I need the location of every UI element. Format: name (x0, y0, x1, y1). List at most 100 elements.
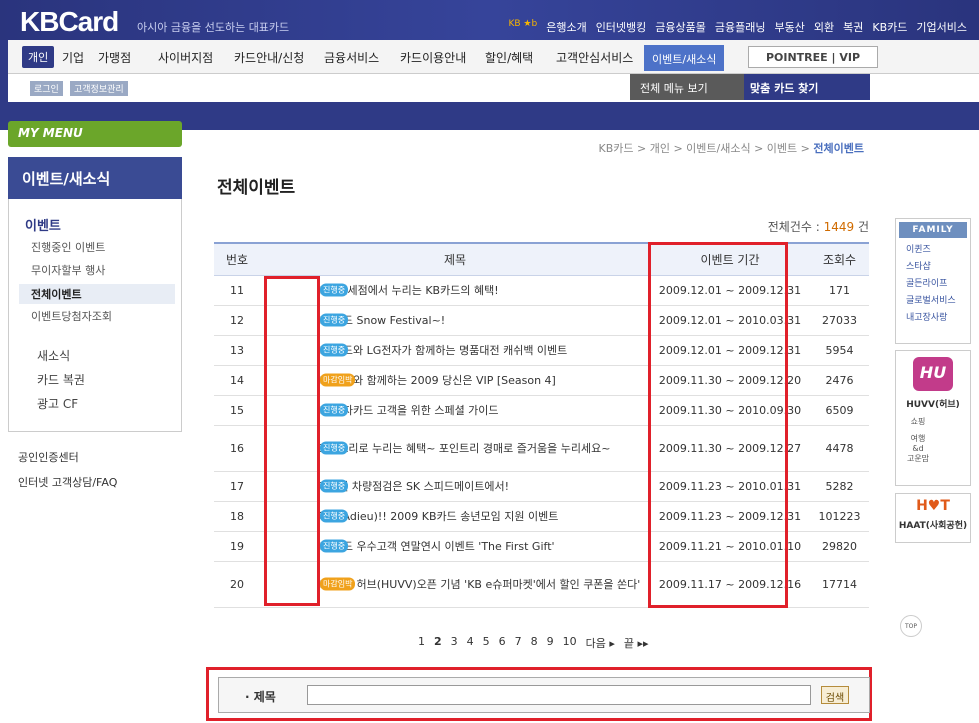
page-link[interactable]: 3 (451, 635, 458, 651)
status-badge: 마감임박 (320, 373, 356, 387)
top-link[interactable]: 인터넷뱅킹 (596, 19, 647, 35)
pointree-vip-link[interactable]: POINTREE | VIP (748, 46, 878, 68)
top-link[interactable]: KB카드 (872, 19, 907, 35)
login-button[interactable]: 로그인 (30, 81, 63, 96)
menu-security[interactable]: 고객안심서비스 (556, 49, 633, 66)
row-no: 14 (214, 365, 260, 396)
scroll-top-button[interactable]: TOP (900, 615, 922, 637)
family-link[interactable]: 글로벌서비스 (906, 293, 970, 306)
faq-link[interactable]: 인터넷 고객상담/FAQ (18, 474, 117, 490)
menu-card-usage[interactable]: 카드이용안내 (400, 49, 466, 66)
lnb-lottery[interactable]: 카드 복권 (37, 371, 85, 388)
menu-card-info[interactable]: 카드안내/신청 (234, 49, 304, 66)
top-link[interactable]: 은행소개 (546, 19, 586, 35)
lnb-ad-cf[interactable]: 광고 CF (37, 395, 78, 412)
top-link[interactable]: 금융상품몰 (655, 19, 706, 35)
haat-name: HAAT(사회공헌) (898, 521, 968, 531)
family-link[interactable]: 스타샵 (906, 259, 970, 272)
row-views: 171 (810, 275, 869, 306)
family-link[interactable]: 골든라이프 (906, 276, 970, 289)
cert-center-link[interactable]: 공인인증센터 (18, 449, 79, 465)
top-links: KB ★b 은행소개 인터넷뱅킹 금융상품몰 금융플래닝 부동산 외환 복권 K… (508, 19, 967, 35)
tab-personal[interactable]: 개인 (22, 46, 55, 68)
breadcrumb-path: KB카드 > 개인 > 이벤트/새소식 > 이벤트 > (598, 142, 814, 155)
top-link[interactable]: 기업서비스 (916, 19, 967, 35)
page-link[interactable]: 7 (515, 635, 522, 651)
page-link-current[interactable]: 2 (434, 635, 442, 651)
row-views: 27033 (810, 305, 869, 336)
row-no: 12 (214, 305, 260, 336)
page-link[interactable]: 1 (418, 635, 425, 651)
search-label: · 제목 (245, 690, 276, 704)
pagination: 1 2 3 4 5 6 7 8 9 10 다음 ▸ 끝 ▸▸ (418, 635, 649, 651)
page-link[interactable]: 6 (499, 635, 506, 651)
breadcrumb: KB카드 > 개인 > 이벤트/새소식 > 이벤트 > 전체이벤트 (599, 140, 864, 156)
status-badge: 진행중 (320, 313, 349, 327)
travel-icon[interactable]: 여행 (902, 433, 934, 444)
status-badge: 진행중 (320, 283, 349, 297)
row-no: 15 (214, 395, 260, 426)
my-menu-button[interactable]: MY MENU (8, 121, 182, 147)
haat-banner[interactable]: H♥T HAAT(사회공헌) (895, 493, 971, 543)
lnb-item[interactable]: 이벤트당첨자조회 (31, 308, 112, 324)
search-button[interactable]: 검색 (821, 686, 849, 704)
search-bar: · 제목 검색 (218, 677, 870, 713)
page-title: 전체이벤트 (217, 178, 296, 198)
menu-finance[interactable]: 금융서비스 (324, 49, 379, 66)
event-title-link[interactable]: KB카드와 LG전자가 함께하는 명품대전 캐쉬백 이벤트 (318, 342, 567, 358)
status-badge: 진행중 (320, 403, 349, 417)
row-views: 5954 (810, 335, 869, 366)
period-highlight-box (648, 242, 788, 608)
menu-discount[interactable]: 할인/혜택 (485, 49, 533, 66)
family-link[interactable]: 이퀸즈 (906, 242, 970, 255)
search-input[interactable] (307, 685, 811, 705)
privacy-button[interactable]: 고객정보관리 (70, 81, 128, 96)
page-link[interactable]: 4 (467, 635, 474, 651)
shopping-icon[interactable]: 쇼핑 (902, 416, 934, 427)
huvv-banner[interactable]: HU HUVV(허브) 쇼핑 여행 &d 고운맘 (895, 350, 971, 486)
top-link[interactable]: 금융플래닝 (715, 19, 766, 35)
event-title-link[interactable]: KB카드 우수고객 연말연시 이벤트 'The First Gift' (318, 538, 555, 554)
lnb-item[interactable]: 무이자할부 행사 (31, 262, 105, 278)
event-title-link[interactable]: KB카드 허브(HUVV)오픈 기념 'KB e슈퍼마켓'에서 할인 쿠폰을 쏜… (318, 576, 640, 592)
tab-merchant[interactable]: 가맹점 (98, 49, 131, 66)
and-d-icon[interactable]: &d (902, 444, 934, 453)
lnb-group-events[interactable]: 이벤트 (25, 215, 61, 234)
status-badge: 진행중 (320, 509, 349, 523)
row-views: 6509 (810, 395, 869, 426)
event-title-link[interactable]: 아듀(Adieu)!! 2009 KB카드 송년모임 지원 이벤트 (318, 508, 558, 524)
mom-icon[interactable]: 고운맘 (902, 453, 934, 464)
page-link[interactable]: 10 (563, 635, 577, 651)
col-no: 번호 (214, 243, 260, 276)
last-page-link[interactable]: 끝 ▸▸ (624, 635, 649, 651)
next-page-link[interactable]: 다음 ▸ (586, 635, 615, 651)
page-link[interactable]: 5 (483, 635, 490, 651)
row-no: 20 (214, 561, 260, 608)
row-views: 4478 (810, 425, 869, 472)
status-highlight-box (264, 276, 320, 606)
kbcard-logo[interactable]: KBCard (20, 6, 119, 38)
breadcrumb-current: 전체이벤트 (813, 142, 864, 155)
tab-business[interactable]: 기업 (62, 49, 84, 66)
row-views: 2476 (810, 365, 869, 396)
match-card-button[interactable]: 맞춤 카드 찾기 (744, 74, 870, 100)
top-link[interactable]: 복권 (843, 19, 863, 35)
lnb-item[interactable]: 진행중인 이벤트 (31, 239, 105, 255)
top-link[interactable]: 외환 (814, 19, 834, 35)
page-link[interactable]: 8 (531, 635, 538, 651)
total-label: 전체건수 : (767, 220, 824, 234)
sub-bar: 로그인 고객정보관리 전체 메뉴 보기 맞춤 카드 찾기 (8, 74, 979, 102)
top-link[interactable]: 부동산 (775, 19, 805, 35)
lnb-news[interactable]: 새소식 (37, 347, 70, 364)
family-link[interactable]: 내고장사랑 (906, 310, 970, 323)
page-link[interactable]: 9 (547, 635, 554, 651)
event-title-link[interactable]: 포인트리로 누리는 혜택~ 포인트리 경매로 즐거움을 누리세요~ (318, 440, 610, 456)
row-no: 18 (214, 501, 260, 532)
row-no: 17 (214, 471, 260, 502)
all-menu-button[interactable]: 전체 메뉴 보기 (630, 74, 744, 100)
menu-cyber-branch[interactable]: 사이버지점 (158, 49, 213, 66)
row-views: 29820 (810, 531, 869, 562)
family-title: FAMILY (899, 222, 967, 238)
menu-events-active[interactable]: 이벤트/새소식 (644, 45, 725, 71)
lnb-item-selected[interactable]: 전체이벤트 (19, 284, 175, 304)
